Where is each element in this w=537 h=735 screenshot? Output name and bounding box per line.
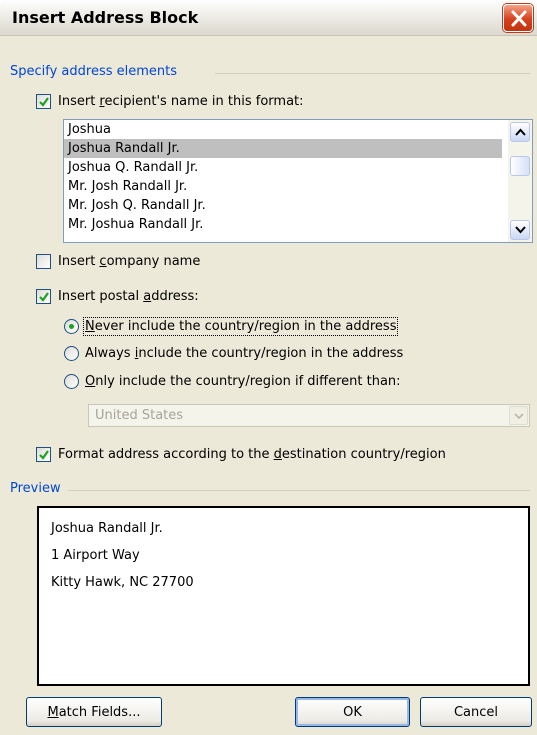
- radio-always-label: Always include the country/region in the…: [85, 346, 404, 361]
- list-item[interactable]: Joshua: [64, 120, 502, 139]
- company-name-checkbox-row[interactable]: Insert company name: [36, 254, 200, 269]
- title-bar: Insert Address Block: [0, 0, 537, 36]
- preview-line: 1 Airport Way: [51, 548, 140, 563]
- close-icon: [511, 10, 527, 27]
- country-select-dropdown-button[interactable]: [509, 406, 528, 425]
- country-select-value: United States: [95, 408, 184, 423]
- radio-only-if-different[interactable]: Only include the country/region if diffe…: [64, 374, 401, 389]
- country-region-select[interactable]: United States: [88, 404, 530, 427]
- format-destination-checkbox-row[interactable]: Format address according to the destinat…: [36, 447, 446, 462]
- postal-address-checkbox-row[interactable]: Insert postal address:: [36, 289, 199, 304]
- radio-only-label: Only include the country/region if diffe…: [85, 374, 401, 389]
- chevron-down-icon: [514, 413, 524, 420]
- scroll-down-button[interactable]: [510, 220, 530, 240]
- preview-line: Joshua Randall Jr.: [51, 521, 163, 536]
- postal-address-checkbox[interactable]: [36, 289, 51, 304]
- list-item[interactable]: Mr. Joshua Randall Jr.: [64, 215, 502, 234]
- format-destination-label: Format address according to the destinat…: [58, 447, 446, 462]
- list-item-selected[interactable]: Joshua Randall Jr.: [64, 139, 502, 158]
- preview-line: Kitty Hawk, NC 27700: [51, 575, 194, 590]
- company-name-label: Insert company name: [58, 254, 201, 269]
- match-fields-label: Match Fields...: [47, 704, 141, 720]
- recipient-name-label: Insert recipient's name in this format:: [58, 94, 304, 109]
- scroll-up-button[interactable]: [510, 122, 530, 142]
- address-elements-group-label: Specify address elements: [10, 64, 178, 79]
- postal-address-label: Insert postal address:: [58, 289, 199, 304]
- chevron-down-icon: [515, 226, 526, 234]
- address-preview: Joshua Randall Jr. 1 Airport Way Kitty H…: [37, 506, 530, 686]
- checkmark-icon: [39, 450, 49, 460]
- recipient-name-checkbox-row[interactable]: Insert recipient's name in this format:: [36, 94, 304, 109]
- close-button[interactable]: [503, 4, 533, 32]
- dialog-title: Insert Address Block: [12, 8, 199, 27]
- ok-button[interactable]: OK: [295, 697, 410, 727]
- group-divider: [215, 73, 530, 74]
- checkmark-icon: [39, 292, 49, 302]
- checkmark-icon: [39, 97, 49, 107]
- scroll-thumb[interactable]: [510, 156, 530, 176]
- listbox-scrollbar[interactable]: [508, 120, 532, 242]
- recipient-name-checkbox[interactable]: [36, 94, 51, 109]
- match-fields-button[interactable]: Match Fields...: [26, 697, 162, 727]
- radio-button-selected[interactable]: [64, 319, 79, 334]
- company-name-checkbox[interactable]: [36, 254, 51, 269]
- radio-button[interactable]: [64, 374, 79, 389]
- group-divider: [68, 490, 530, 491]
- insert-address-block-dialog: Insert Address Block Specify address ele…: [0, 0, 537, 735]
- preview-group-label: Preview: [10, 481, 61, 496]
- list-item[interactable]: Mr. Josh Q. Randall Jr.: [64, 196, 502, 215]
- chevron-up-icon: [515, 128, 526, 136]
- radio-always-include[interactable]: Always include the country/region in the…: [64, 346, 403, 361]
- list-item[interactable]: Joshua Q. Randall Jr.: [64, 158, 502, 177]
- cancel-button[interactable]: Cancel: [420, 697, 532, 727]
- radio-button[interactable]: [64, 346, 79, 361]
- list-item[interactable]: Mr. Josh Randall Jr.: [64, 177, 502, 196]
- format-destination-checkbox[interactable]: [36, 447, 51, 462]
- radio-never-include[interactable]: Never include the country/region in the …: [64, 317, 399, 336]
- name-format-listbox[interactable]: Joshua Joshua Randall Jr. Joshua Q. Rand…: [63, 119, 533, 243]
- radio-never-label: Never include the country/region in the …: [82, 317, 399, 336]
